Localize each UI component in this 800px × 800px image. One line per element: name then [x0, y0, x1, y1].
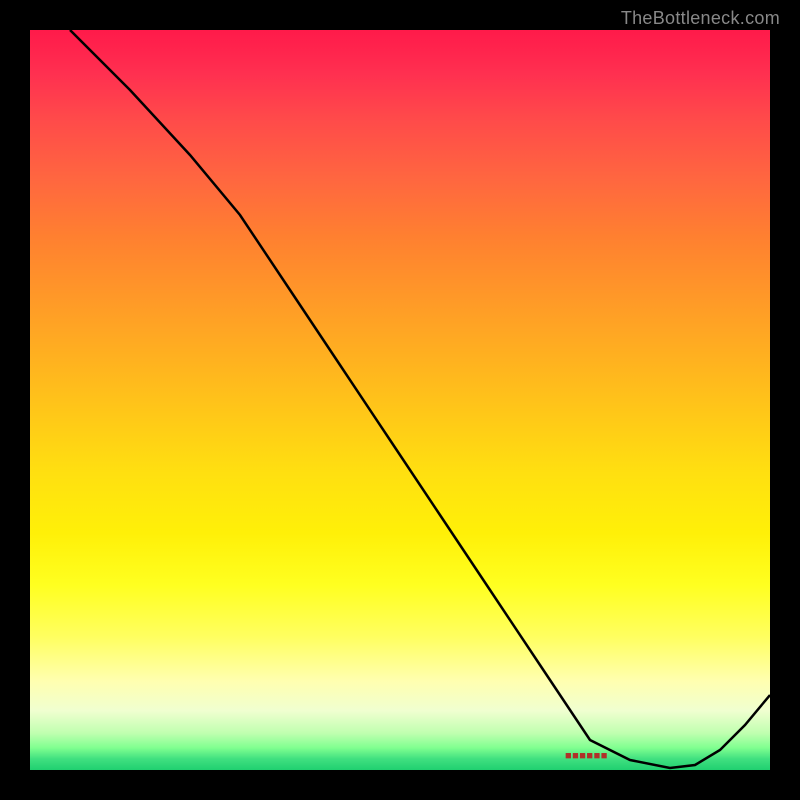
- chart-plot-area: ■■■■■■: [30, 30, 770, 770]
- chart-curve-svg: [30, 30, 770, 770]
- attribution-text: TheBottleneck.com: [621, 8, 780, 29]
- bottleneck-curve: [70, 30, 770, 768]
- optimal-range-label: ■■■■■■: [565, 750, 608, 762]
